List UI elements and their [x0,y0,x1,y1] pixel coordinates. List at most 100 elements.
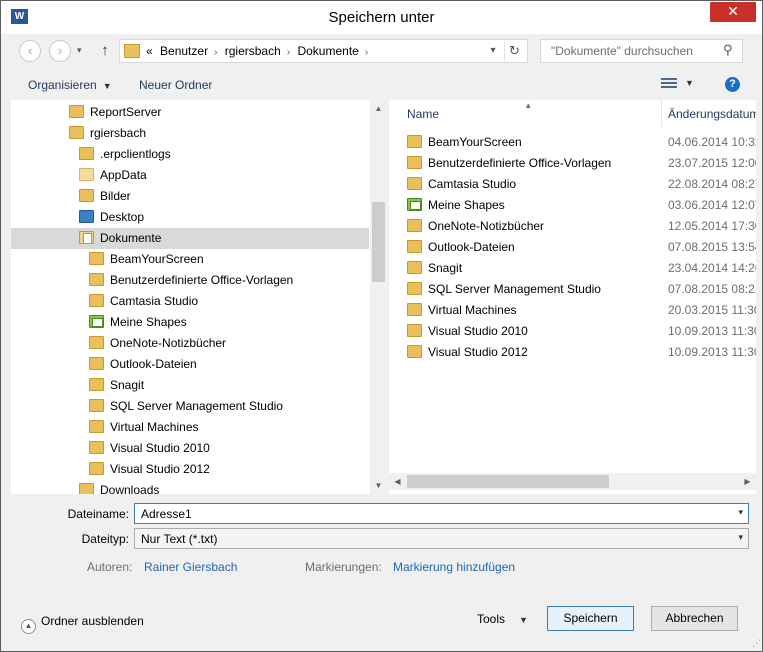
file-row[interactable]: Benutzerdefinierte Office-Vorlagen 23.07.… [407,153,756,174]
address-dropdown-icon[interactable]: ▾ [485,42,501,60]
tree-item[interactable]: OneNote-Notizbücher [89,333,226,354]
filetype-select[interactable]: Nur Text (*.txt) ▾ [134,528,749,549]
tree-item[interactable]: Meine Shapes [89,312,187,333]
file-name: BeamYourScreen [428,135,522,149]
column-header-date[interactable]: Änderungsdatum [668,107,756,121]
save-button[interactable]: Speichern [547,606,634,631]
chevron-down-icon[interactable]: ▾ [738,507,743,518]
file-name: OneNote-Notizbücher [428,219,545,233]
toolbar: Organisieren ▼ Neuer Ordner ▼ ? [1,68,762,100]
tree-item[interactable]: ReportServer [69,102,161,123]
scroll-right-icon[interactable]: ▶ [739,473,756,490]
hide-folders-button[interactable]: ▲ Ordner ausblenden [21,614,144,634]
file-row[interactable]: Virtual Machines 20.03.2015 11:30 [407,300,756,321]
file-row[interactable]: Snagit 23.04.2014 14:26 [407,258,756,279]
tree-item[interactable]: Camtasia Studio [89,291,198,312]
scrollbar-thumb[interactable] [372,202,385,282]
file-list-scrollbar[interactable]: ◀ ▶ [389,473,756,490]
scroll-left-icon[interactable]: ◀ [389,473,406,490]
scroll-up-icon[interactable]: ▲ [370,104,387,113]
folder-icon [407,240,422,253]
tree-item-label: Visual Studio 2012 [110,462,210,476]
breadcrumb-item-benutzer[interactable]: Benutzer [160,44,208,58]
breadcrumb-item-rgiersbach[interactable]: rgiersbach [225,44,281,58]
tags-field[interactable]: Markierung hinzufügen [393,560,515,574]
filename-field[interactable]: Adresse1 ▾ [134,503,749,524]
tree-item[interactable]: rgiersbach [69,123,146,144]
tree-item[interactable]: Outlook-Dateien [89,354,197,375]
breadcrumb-item-dokumente[interactable]: Dokumente [297,44,358,58]
folder-icon [407,324,422,337]
tree-item[interactable]: BeamYourScreen [89,249,204,270]
file-name: Benutzerdefinierte Office-Vorlagen [428,156,612,170]
scrollbar-thumb[interactable] [407,475,609,488]
breadcrumb: « Benutzer › rgiersbach › Dokumente › [146,44,372,58]
refresh-icon[interactable]: ↻ [504,41,524,61]
close-button[interactable]: ✕ [710,2,756,22]
chevron-right-icon[interactable]: › [287,47,290,58]
tree-item[interactable]: Snagit [89,375,144,396]
tree-item[interactable]: Virtual Machines [89,417,199,438]
folder-icon [89,420,104,433]
tree-item[interactable]: Visual Studio 2012 [89,459,210,480]
column-divider[interactable] [661,100,662,127]
tree-item[interactable]: Desktop [79,207,144,228]
back-button[interactable]: ‹ [19,40,41,62]
folder-icon [89,336,104,349]
tree-item[interactable]: Visual Studio 2010 [89,438,210,459]
tree-item[interactable]: SQL Server Management Studio [89,396,283,417]
resize-grip-icon[interactable]: ⋰ [752,638,761,649]
navigation-pane: ReportServer rgiersbach .erpclientlogs A… [11,100,387,494]
tree-item-label: BeamYourScreen [110,252,204,266]
column-header-name[interactable]: Name [407,107,439,121]
file-name: Outlook-Dateien [428,240,515,254]
chevron-right-icon[interactable]: › [214,47,217,58]
file-row[interactable]: Meine Shapes 03.06.2014 12:07 [407,195,756,216]
help-icon[interactable]: ? [725,77,740,92]
file-row[interactable]: OneNote-Notizbücher 12.05.2014 17:30 [407,216,756,237]
view-details-icon[interactable] [661,78,677,91]
scroll-down-icon[interactable]: ▼ [370,481,387,490]
file-name: Visual Studio 2010 [428,324,528,338]
documents-folder-icon [79,231,94,244]
file-list: ▴ Name Änderungsdatum BeamYourScreen 04.0… [389,100,756,494]
authors-field[interactable]: Rainer Giersbach [144,560,237,574]
chevron-down-icon: ▼ [102,81,112,91]
tree-item[interactable]: .erpclientlogs [79,144,171,165]
breadcrumb-overflow[interactable]: « [146,44,153,58]
chevron-down-icon: ▼ [519,615,528,625]
view-dropdown-icon[interactable]: ▼ [685,78,694,88]
hide-folders-label: Ordner ausblenden [41,614,144,628]
file-date: 04.06.2014 10:32 [668,135,756,149]
file-row[interactable]: Visual Studio 2010 10.09.2013 11:30 [407,321,756,342]
new-folder-button[interactable]: Neuer Ordner [139,78,212,92]
chevron-right-icon[interactable]: › [365,47,368,58]
tree-item[interactable]: Downloads [79,480,159,494]
search-icon[interactable]: ⚲ [723,42,756,58]
address-bar[interactable]: « Benutzer › rgiersbach › Dokumente › ▾ ↻ [119,39,528,63]
forward-button[interactable]: › [49,40,71,62]
recent-locations-chevron-icon[interactable]: ▾ [77,45,82,56]
file-row[interactable]: Visual Studio 2012 10.09.2013 11:30 [407,342,756,363]
filetype-value: Nur Text (*.txt) [141,532,218,546]
organize-button[interactable]: Organisieren ▼ [28,78,112,92]
downloads-folder-icon [79,483,94,494]
tree-item[interactable]: AppData [79,165,147,186]
filetype-label: Dateityp: [81,532,129,546]
up-button[interactable]: ↑ [97,40,113,62]
tree-item[interactable]: Benutzerdefinierte Office-Vorlagen [89,270,293,291]
file-row[interactable]: Outlook-Dateien 07.08.2015 13:54 [407,237,756,258]
file-row[interactable]: SQL Server Management Studio 07.08.2015 0… [407,279,756,300]
tools-button[interactable]: Tools ▼ [477,612,528,626]
tree-item-label: Virtual Machines [110,420,199,434]
tree-scrollbar[interactable]: ▲ ▼ [370,100,387,494]
file-row[interactable]: Camtasia Studio 22.08.2014 08:27 [407,174,756,195]
folder-icon [89,357,104,370]
file-row[interactable]: BeamYourScreen 04.06.2014 10:32 [407,132,756,153]
cancel-button[interactable]: Abbrechen [651,606,738,631]
tree-item-selected[interactable]: Dokumente [11,228,369,249]
file-date: 07.08.2015 13:54 [668,240,756,254]
tree-item[interactable]: Bilder [79,186,131,207]
search-input[interactable]: "Dokumente" durchsuchen [540,39,743,63]
tree-item-label: Bilder [100,189,131,203]
